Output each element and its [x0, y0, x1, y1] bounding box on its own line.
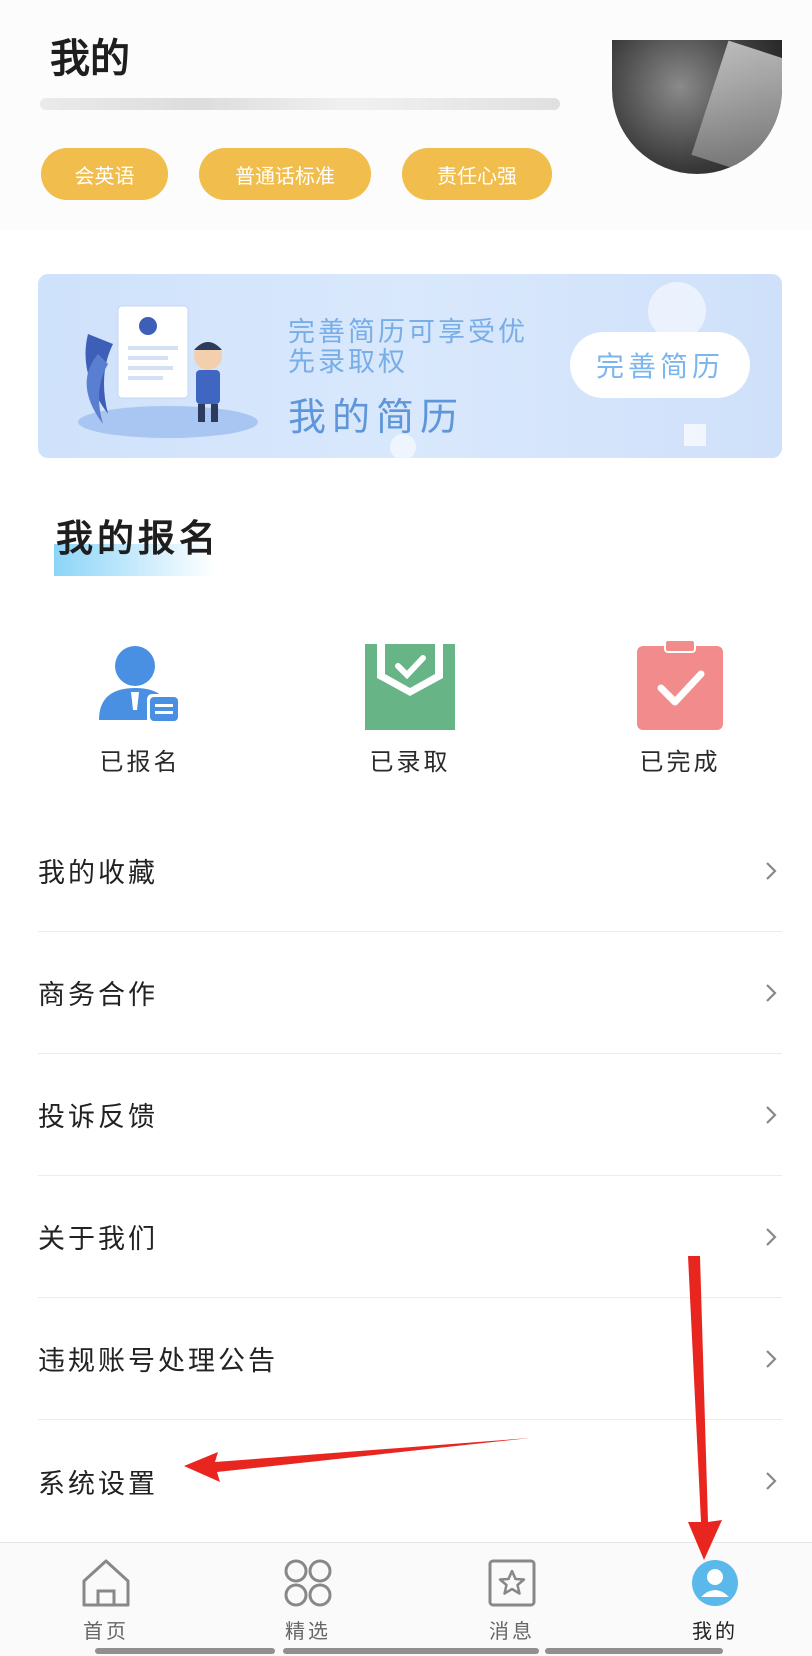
menu-item-business[interactable]: 商务合作 [38, 932, 782, 1054]
clipboard-check-icon [637, 640, 723, 730]
chevron-right-icon [766, 983, 777, 1002]
chevron-right-icon [766, 1227, 777, 1246]
menu-item-label: 关于我们 [38, 1224, 158, 1255]
status-label: 已录取 [369, 748, 451, 776]
nav-profile[interactable]: 我的 [645, 1543, 785, 1643]
menu-item-settings[interactable]: 系统设置 [38, 1420, 782, 1542]
menu-item-label: 投诉反馈 [38, 1102, 158, 1133]
nav-messages[interactable]: 消息 [442, 1543, 582, 1643]
menu-item-label: 违规账号处理公告 [38, 1346, 278, 1377]
banner-title: 我的简历 [288, 395, 465, 439]
page-title: 我的 [50, 35, 130, 82]
nav-home[interactable]: 首页 [36, 1543, 176, 1643]
skill-tag[interactable]: 会英语 [41, 148, 168, 200]
skill-tag[interactable]: 责任心强 [402, 148, 552, 200]
resume-banner[interactable]: 完善简历可享受优 先录取权 我的简历 完善简历 [38, 274, 782, 458]
chevron-right-icon [766, 1472, 777, 1490]
star-message-icon [488, 1559, 536, 1607]
home-indicator [95, 1648, 275, 1654]
decor-square [684, 424, 706, 446]
nav-label: 我的 [692, 1619, 738, 1643]
status-admitted[interactable]: 已录取 [320, 640, 500, 780]
menu-item-label: 商务合作 [38, 980, 158, 1011]
menu-item-violation-notice[interactable]: 违规账号处理公告 [38, 1298, 782, 1420]
status-completed[interactable]: 已完成 [590, 640, 770, 780]
nav-label: 首页 [83, 1619, 129, 1643]
home-indicator [545, 1648, 723, 1654]
status-label: 已报名 [99, 748, 181, 776]
bottom-nav: 首页 精选 消息 我的 [0, 1542, 812, 1656]
skill-tag[interactable]: 普通话标准 [199, 148, 371, 200]
banner-subtitle: 先录取权 [288, 347, 408, 378]
resume-illustration-icon [78, 305, 258, 438]
menu-item-feedback[interactable]: 投诉反馈 [38, 1054, 782, 1176]
menu-item-label: 系统设置 [38, 1468, 158, 1500]
menu-item-about[interactable]: 关于我们 [38, 1176, 782, 1298]
profile-icon [692, 1560, 738, 1606]
status-label: 已完成 [639, 748, 721, 776]
envelope-check-icon [365, 644, 455, 730]
complete-resume-button[interactable]: 完善简历 [570, 332, 750, 398]
nav-label: 精选 [285, 1619, 331, 1643]
grid-icon [284, 1559, 332, 1607]
profile-header: 我的 会英语 普通话标准 责任心强 [0, 0, 812, 230]
nav-featured[interactable]: 精选 [238, 1543, 378, 1643]
blurred-profile-text [40, 98, 560, 110]
chevron-right-icon [766, 1105, 777, 1124]
chevron-right-icon [766, 861, 777, 880]
nav-label: 消息 [489, 1619, 535, 1643]
status-registered[interactable]: 已报名 [50, 640, 230, 780]
home-icon [82, 1559, 130, 1607]
menu-item-label: 我的收藏 [38, 858, 158, 889]
menu-item-favorites[interactable]: 我的收藏 [38, 810, 782, 932]
avatar[interactable] [612, 40, 782, 174]
chevron-right-icon [766, 1349, 777, 1368]
home-indicator [283, 1648, 539, 1654]
person-card-icon [99, 646, 181, 724]
section-title: 我的报名 [56, 516, 220, 560]
